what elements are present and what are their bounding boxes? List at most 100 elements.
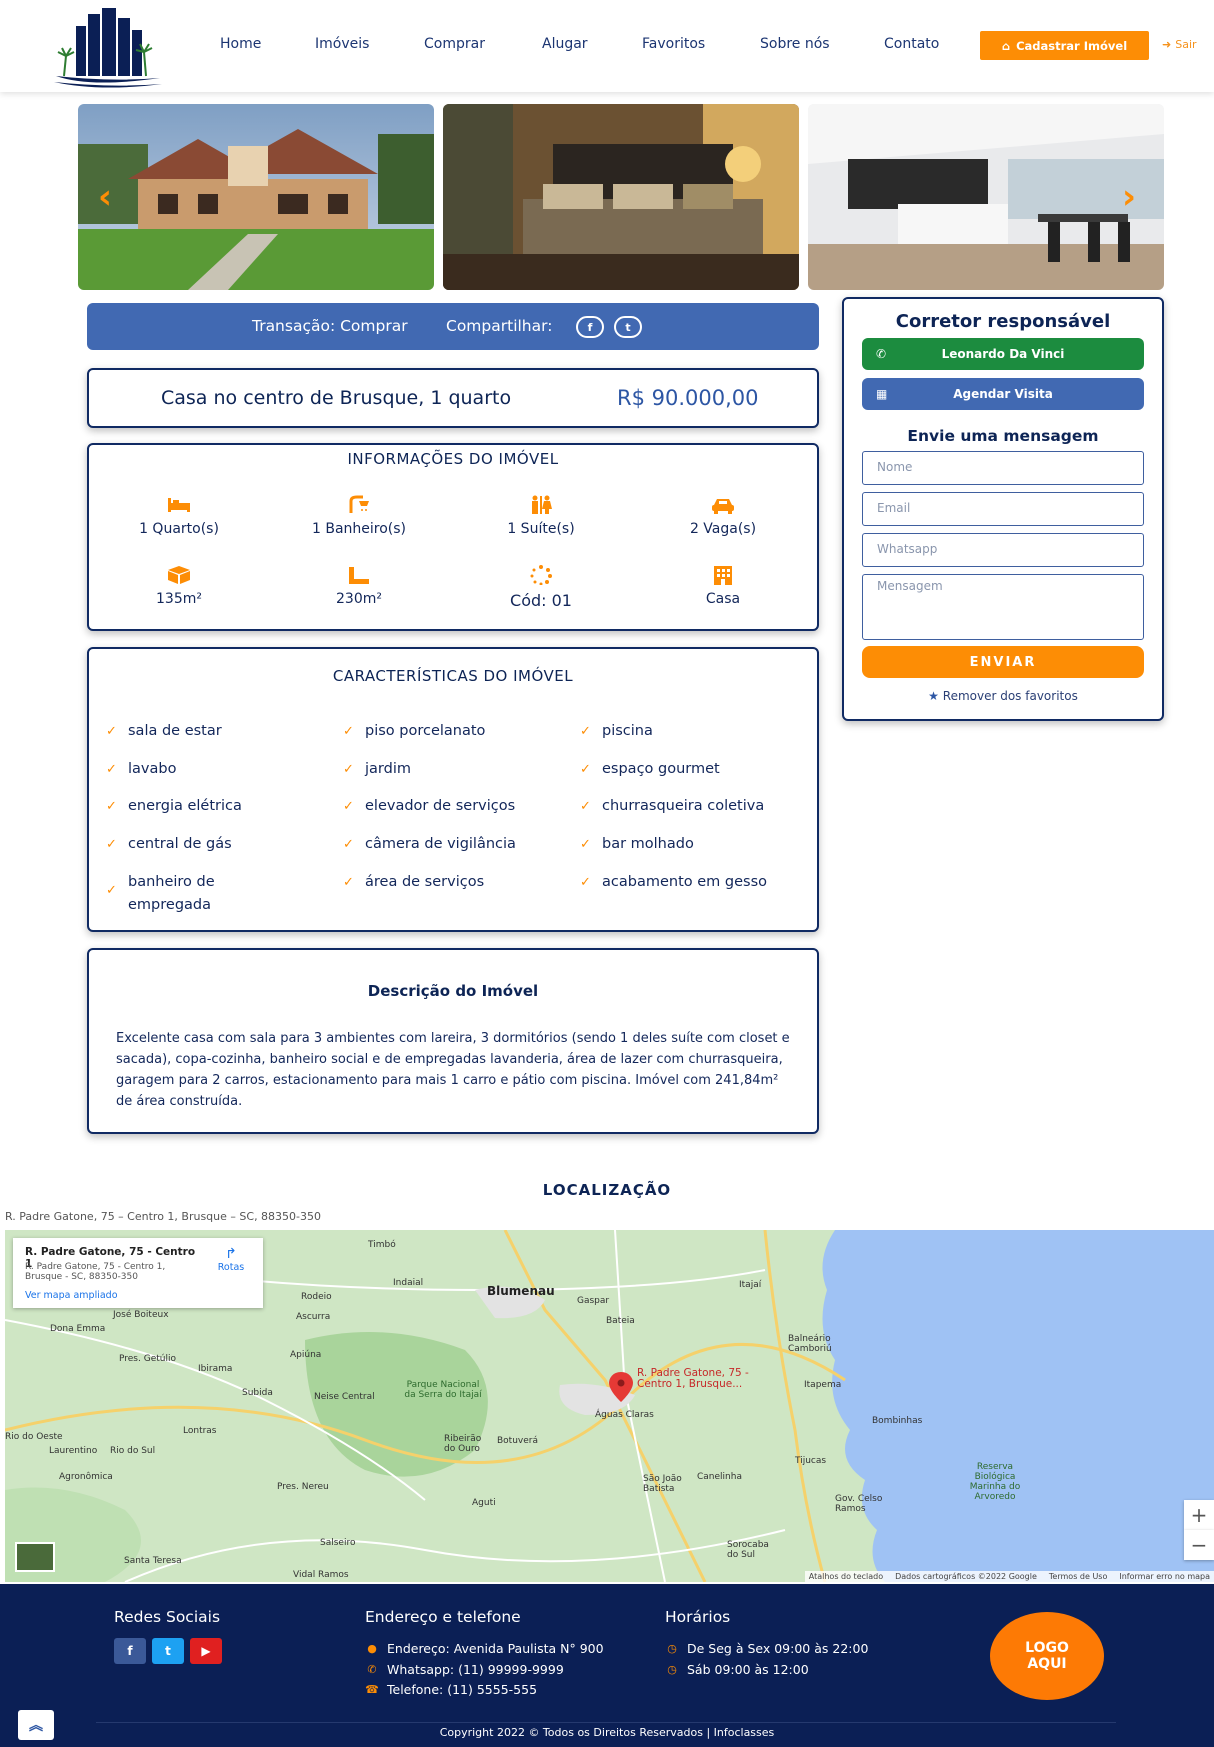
gallery-next-arrow[interactable]: › <box>1122 180 1136 214</box>
facebook-icon[interactable]: f <box>114 1638 146 1664</box>
restroom-icon <box>532 495 552 514</box>
map-pin-label: R. Padre Gatone, 75 - Centro 1, Brusque.… <box>637 1367 749 1390</box>
view-larger-map-link[interactable]: Ver mapa ampliado <box>25 1290 118 1301</box>
whatsapp-field[interactable]: Whatsapp <box>862 533 1144 567</box>
map-city: Pres. Getúlio <box>119 1354 176 1364</box>
gallery-photo-bedroom[interactable] <box>443 104 799 290</box>
check-icon: ✓ <box>343 762 354 777</box>
map-city: Ibirama <box>198 1364 233 1374</box>
map-city: Gaspar <box>577 1296 610 1306</box>
email-field[interactable]: Email <box>862 492 1144 526</box>
feature-item: ✓ piso porcelanato <box>343 720 585 743</box>
footer-phone: ☎ Telefone: (11) 5555-555 <box>365 1682 538 1697</box>
nav-home[interactable]: Home <box>220 36 261 52</box>
agent-whatsapp-button[interactable]: ✆ Leonardo Da Vinci <box>862 338 1144 370</box>
location-address: R. Padre Gatone, 75 – Centro 1, Brusque … <box>5 1210 322 1223</box>
agent-heading: Corretor responsável <box>895 311 1111 332</box>
twitter-share-icon[interactable]: t <box>614 316 642 338</box>
map-city: Blumenau <box>487 1284 555 1298</box>
feature-item: ✓ câmera de vigilância <box>343 833 585 856</box>
double-chevron-up-icon: ︽ <box>29 1718 43 1734</box>
map-city: Balneário Camboriú <box>788 1334 832 1354</box>
map-city: Agronômica <box>59 1472 113 1482</box>
map-satellite-toggle[interactable] <box>15 1542 55 1572</box>
remove-favorite-link[interactable]: ★ Remover dos favoritos <box>844 689 1162 703</box>
transaction-bar: Transação: Comprar Compartilhar: f t <box>87 303 819 350</box>
register-property-button[interactable]: ⌂ Cadastrar Imóvel <box>980 31 1149 60</box>
property-info-card: INFORMAÇÕES DO IMÓVEL 1 Quarto(s) 1 Banh… <box>87 443 819 631</box>
property-description-card: Descrição do Imóvel Excelente casa com s… <box>87 948 819 1134</box>
schedule-visit-button[interactable]: ▦ Agendar Visita <box>862 378 1144 410</box>
map-city: Aguti <box>472 1498 496 1508</box>
info-bedrooms: 1 Quarto(s) <box>89 495 269 537</box>
map-city: Rio do Oeste <box>5 1432 63 1442</box>
calendar-icon: ▦ <box>876 387 888 401</box>
map-park-label: Parque Nacional da Serra do Itajaí <box>404 1380 482 1400</box>
building-icon <box>714 566 732 585</box>
map-city: Salseiro <box>320 1538 356 1548</box>
logout-link[interactable]: ➜ Sair <box>1162 38 1197 51</box>
bed-icon <box>168 498 190 512</box>
nav-favoritos[interactable]: Favoritos <box>642 36 705 52</box>
message-field[interactable]: Mensagem <box>862 574 1144 640</box>
map-zoom-out-button[interactable]: − <box>1184 1530 1214 1560</box>
map-city: São João Batista <box>643 1474 682 1494</box>
name-field[interactable]: Nome <box>862 451 1144 485</box>
youtube-icon[interactable]: ▶ <box>190 1638 222 1664</box>
map-city: Rodeio <box>301 1292 332 1302</box>
site-header: Home Imóveis Comprar Alugar Favoritos So… <box>0 0 1214 92</box>
nav-contato[interactable]: Contato <box>884 36 939 52</box>
feature-item: ✓ energia elétrica <box>106 795 348 818</box>
box-icon <box>168 566 190 584</box>
map-city: Itajaí <box>739 1280 762 1290</box>
info-code: Cód: 01 <box>451 565 631 610</box>
check-icon: ✓ <box>580 799 591 814</box>
site-footer: Redes Sociais f t ▶ Endereço e telefone … <box>0 1584 1214 1747</box>
property-features-card: CARACTERÍSTICAS DO IMÓVEL ✓ sala de estar… <box>87 647 819 932</box>
facebook-share-icon[interactable]: f <box>576 316 604 338</box>
feature-item: ✓ área de serviços <box>343 871 585 894</box>
nav-comprar[interactable]: Comprar <box>424 36 485 52</box>
check-icon: ✓ <box>580 724 591 739</box>
nav-imoveis[interactable]: Imóveis <box>315 36 369 52</box>
location-map[interactable]: R. Padre Gatone, 75 - Centro 1 R. Padre … <box>5 1230 1214 1582</box>
nav-sobre[interactable]: Sobre nós <box>760 36 830 52</box>
star-icon: ★ <box>928 689 939 703</box>
map-reserve-label: Reserva Biológica Marinha do Arvoredo <box>969 1462 1021 1502</box>
map-city: Pres. Nereu <box>277 1482 329 1492</box>
gallery-prev-arrow[interactable]: ‹ <box>98 180 112 214</box>
check-icon: ✓ <box>580 875 591 890</box>
check-icon: ✓ <box>580 837 591 852</box>
copyright: Copyright 2022 © Todos os Direitos Reser… <box>439 1726 775 1739</box>
map-city: Dona Emma <box>50 1324 106 1334</box>
footer-address-heading: Endereço e telefone <box>365 1608 521 1626</box>
map-city: Gov. Celso Ramos <box>835 1494 883 1514</box>
gallery-photo-house[interactable] <box>78 104 434 290</box>
feature-item: ✓ espaço gourmet <box>580 758 822 781</box>
send-button[interactable]: ENVIAR <box>862 646 1144 678</box>
check-icon: ✓ <box>106 883 117 898</box>
map-city: Indaial <box>393 1278 424 1288</box>
footer-hours-week: ◷ De Seg à Sex 09:00 às 22:00 <box>665 1641 868 1656</box>
footer-hours-saturday: ◷ Sáb 09:00 às 12:00 <box>665 1662 808 1677</box>
gallery-photo-kitchen[interactable] <box>808 104 1164 290</box>
footer-logo[interactable]: LOGO AQUI <box>990 1612 1104 1700</box>
feature-item: ✓ acabamento em gesso <box>580 871 822 894</box>
back-to-top-button[interactable]: ︽ <box>18 1710 54 1740</box>
check-icon: ✓ <box>106 837 117 852</box>
map-zoom-in-button[interactable]: + <box>1184 1500 1214 1530</box>
agent-contact-card: Corretor responsável ✆ Leonardo Da Vinci… <box>842 297 1164 721</box>
map-city: Tijucas <box>795 1456 827 1466</box>
map-city: Vidal Ramos <box>293 1570 349 1580</box>
twitter-icon[interactable]: t <box>152 1638 184 1664</box>
logo[interactable] <box>50 6 166 88</box>
footer-hours-heading: Horários <box>665 1608 731 1626</box>
info-area-private: 135m² <box>89 565 269 607</box>
nav-alugar[interactable]: Alugar <box>542 36 588 52</box>
clock-icon: ◷ <box>667 1663 677 1676</box>
whatsapp-icon: ✆ <box>876 347 887 361</box>
listing-price: R$ 90.000,00 <box>617 386 759 410</box>
map-city: Bateia <box>606 1316 635 1326</box>
directions-button[interactable]: ↱ Rotas <box>209 1246 253 1273</box>
map-city: Águas Claras <box>595 1410 654 1420</box>
